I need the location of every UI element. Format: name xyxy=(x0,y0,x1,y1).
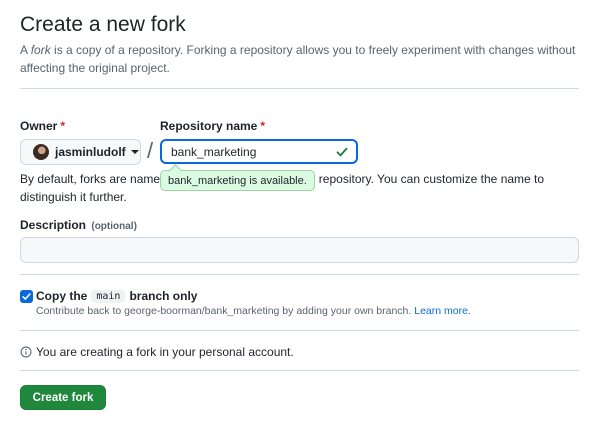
repo-required-mark: * xyxy=(260,119,266,133)
description-optional: (optional) xyxy=(91,221,137,232)
page-title: Create a new fork xyxy=(20,13,186,36)
owner-label: Owner * xyxy=(20,119,66,133)
copy-branch-help-text: Contribute back to george-boorman/bank_m… xyxy=(36,305,412,317)
availability-tooltip: bank_marketing is available. xyxy=(160,170,315,191)
divider-middle xyxy=(20,274,579,275)
avatar xyxy=(33,144,49,160)
check-icon xyxy=(336,147,348,157)
copy-branch-label-pre: Copy the xyxy=(36,289,88,303)
copy-branch-label[interactable]: Copy the main branch only xyxy=(36,289,197,303)
owner-select-button[interactable]: jasminludolf xyxy=(20,139,141,165)
copy-main-branch-checkbox[interactable] xyxy=(20,290,33,303)
page-subtitle: A fork is a copy of a repository. Forkin… xyxy=(20,41,580,77)
description-input[interactable] xyxy=(20,237,579,263)
owner-repo-separator: / xyxy=(147,138,154,163)
subtitle-emphasis: fork xyxy=(30,43,51,57)
description-label: Description (optional) xyxy=(20,218,137,232)
divider-top xyxy=(20,88,579,89)
learn-more-link[interactable]: Learn more. xyxy=(414,305,471,317)
personal-account-text: You are creating a fork in your personal… xyxy=(36,345,294,359)
repository-name-value[interactable]: bank_marketing xyxy=(171,145,356,159)
owner-required-mark: * xyxy=(60,119,66,133)
triangle-down-icon xyxy=(130,150,139,154)
repo-name-label: Repository name * xyxy=(160,119,266,133)
subtitle-prefix: A xyxy=(20,43,31,57)
repository-name-input[interactable]: bank_marketing xyxy=(160,139,358,164)
checkbox-check-icon xyxy=(22,293,31,300)
copy-branch-label-post: branch only xyxy=(129,289,198,303)
info-icon xyxy=(20,346,32,358)
copy-branch-help: Contribute back to george-boorman/bank_m… xyxy=(36,305,471,317)
divider-bottom xyxy=(20,370,579,371)
divider-lower xyxy=(20,330,579,331)
subtitle-text: is a copy of a repository. Forking a rep… xyxy=(20,43,576,75)
personal-account-notice: You are creating a fork in your personal… xyxy=(20,345,294,359)
owner-username: jasminludolf xyxy=(55,145,126,159)
create-fork-button[interactable]: Create fork xyxy=(20,385,106,410)
branch-name-code: main xyxy=(91,289,126,303)
